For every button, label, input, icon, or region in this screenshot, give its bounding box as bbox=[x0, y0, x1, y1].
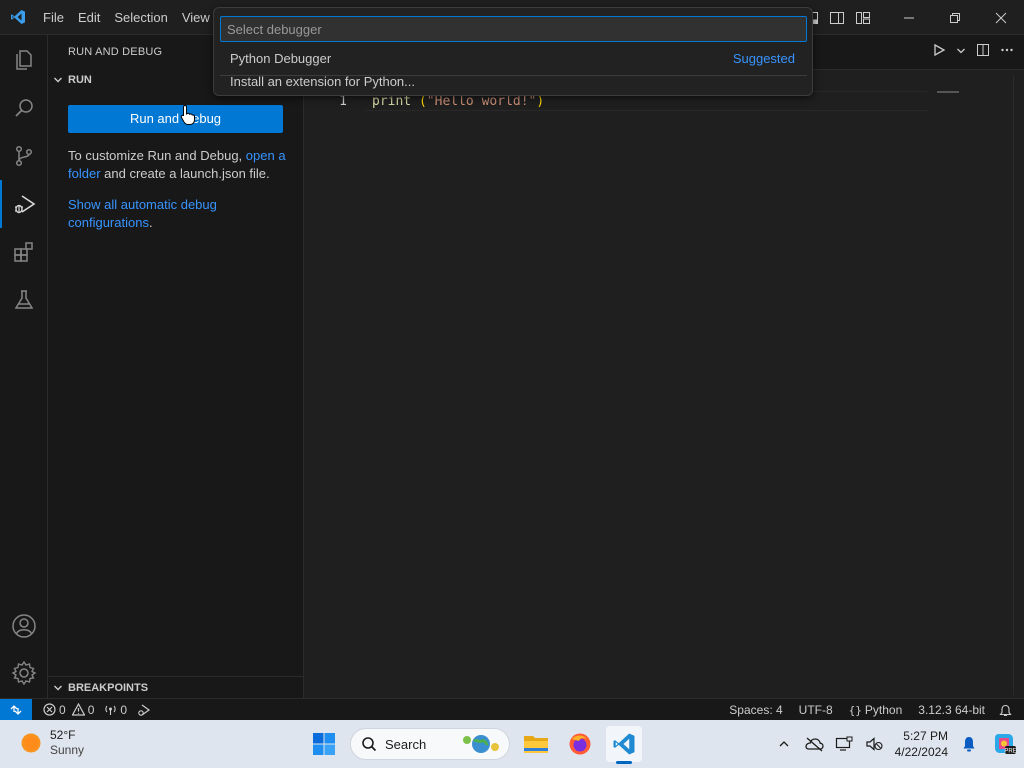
run-and-debug-icon[interactable] bbox=[0, 180, 48, 228]
quick-pick-item-label: Install an extension for Python... bbox=[230, 73, 415, 89]
accounts-icon[interactable] bbox=[0, 602, 48, 650]
code-token-close-paren: ) bbox=[536, 94, 545, 109]
weather-temperature: 52°F bbox=[50, 728, 76, 742]
menu-selection[interactable]: Selection bbox=[107, 0, 174, 35]
windows-logo-icon bbox=[313, 733, 335, 755]
debug-launch-indicator[interactable] bbox=[132, 699, 156, 721]
windows-taskbar: 52°F Sunny Search 5:27 PM 4/22/2024 PRE bbox=[0, 720, 1024, 768]
vscode-logo-icon bbox=[0, 0, 36, 35]
file-explorer-taskbar-icon[interactable] bbox=[518, 726, 554, 762]
braces-icon: {} bbox=[848, 703, 862, 717]
show-all-configs-link[interactable]: Show all automatic debug configurations bbox=[68, 197, 217, 230]
run-python-file-icon[interactable] bbox=[932, 43, 946, 60]
indentation-indicator[interactable]: Spaces: 4 bbox=[721, 699, 790, 721]
debug-alt-icon bbox=[138, 704, 151, 716]
explorer-icon[interactable] bbox=[0, 36, 48, 84]
select-debugger-quick-pick: Python Debugger Suggested Install an ext… bbox=[213, 7, 813, 96]
firefox-taskbar-icon[interactable] bbox=[562, 726, 598, 762]
show-all-suffix: . bbox=[148, 215, 153, 230]
breakpoints-section-label: BREAKPOINTS bbox=[68, 681, 149, 694]
run-dropdown-chevron-icon[interactable] bbox=[956, 44, 966, 59]
broadcast-icon bbox=[105, 705, 117, 715]
quick-pick-item-label: Python Debugger bbox=[230, 50, 332, 66]
clock-time: 5:27 PM bbox=[903, 729, 948, 743]
weather-widget[interactable]: 52°F Sunny bbox=[20, 728, 84, 758]
help-suffix: and create a launch.json file. bbox=[100, 166, 270, 181]
menu-edit[interactable]: Edit bbox=[71, 0, 107, 35]
testing-flask-icon[interactable] bbox=[0, 276, 48, 324]
chevron-down-icon bbox=[48, 683, 68, 693]
python-interpreter-indicator[interactable]: 3.12.3 64-bit bbox=[910, 699, 993, 721]
extensions-icon[interactable] bbox=[0, 228, 48, 276]
copilot-pre-badge: PRE bbox=[1004, 749, 1016, 755]
minimap[interactable] bbox=[937, 91, 959, 93]
editor-area: 1 print ("Hello world!") bbox=[305, 35, 1024, 698]
show-all-configs-text: Show all automatic debug configurations. bbox=[68, 196, 288, 232]
minimize-button[interactable] bbox=[886, 0, 932, 35]
search-icon bbox=[362, 737, 377, 752]
notifications-bell-icon[interactable] bbox=[993, 699, 1024, 721]
search-icon[interactable] bbox=[0, 84, 48, 132]
customize-help-text: To customize Run and Debug, open a folde… bbox=[68, 147, 288, 183]
speaker-muted-icon[interactable] bbox=[859, 720, 889, 768]
vscode-taskbar-icon[interactable] bbox=[606, 726, 642, 764]
restore-button[interactable] bbox=[932, 0, 978, 35]
split-editor-icon[interactable] bbox=[976, 43, 990, 60]
onedrive-offline-icon[interactable] bbox=[799, 720, 829, 768]
ports-count: 0 bbox=[120, 702, 128, 717]
run-debug-sidebar: RUN AND DEBUG RUN Run and Debug To custo… bbox=[48, 35, 304, 698]
encoding-indicator[interactable]: UTF-8 bbox=[791, 699, 841, 721]
line-number: 1 bbox=[339, 94, 347, 109]
copilot-icon[interactable]: PRE bbox=[984, 720, 1024, 768]
hand-cursor-icon bbox=[180, 104, 196, 129]
chevron-down-icon bbox=[48, 75, 68, 85]
problems-indicator[interactable]: 0 0 bbox=[38, 699, 99, 721]
search-label: Search bbox=[385, 736, 427, 752]
toggle-secondary-sidebar-icon[interactable] bbox=[828, 9, 846, 27]
code-token-function: print bbox=[372, 94, 412, 109]
sidebar-title: RUN AND DEBUG bbox=[68, 46, 163, 58]
more-actions-icon[interactable] bbox=[1000, 43, 1014, 60]
start-button[interactable] bbox=[306, 726, 342, 762]
menu-file[interactable]: File bbox=[36, 0, 71, 35]
settings-gear-icon[interactable] bbox=[0, 649, 48, 697]
code-token-open-paren: ( bbox=[418, 94, 427, 109]
run-and-debug-button[interactable]: Run and Debug bbox=[68, 105, 283, 133]
warning-icon bbox=[71, 703, 85, 716]
sun-icon bbox=[21, 733, 41, 753]
suggested-badge: Suggested bbox=[732, 50, 795, 66]
show-hidden-icons-chevron-icon[interactable] bbox=[769, 720, 799, 768]
ports-indicator[interactable]: 0 bbox=[99, 699, 132, 721]
close-button[interactable] bbox=[978, 0, 1024, 35]
select-debugger-input[interactable] bbox=[220, 16, 807, 42]
language-mode-label: Python bbox=[864, 703, 903, 717]
editor-scrollbar[interactable] bbox=[1013, 75, 1014, 695]
status-bar: 0 0 0 Spaces: 4 UTF-8 {} Python 3.12.3 6… bbox=[0, 698, 1024, 721]
display-network-icon[interactable] bbox=[829, 720, 859, 768]
warning-count: 0 bbox=[87, 702, 95, 717]
weather-condition: Sunny bbox=[50, 743, 85, 757]
taskbar-search-box[interactable]: Search bbox=[350, 728, 510, 760]
clock-date: 4/22/2024 bbox=[894, 745, 948, 759]
source-control-icon[interactable] bbox=[0, 132, 48, 180]
help-prefix: To customize Run and Debug, bbox=[68, 148, 246, 163]
system-clock[interactable]: 5:27 PM 4/22/2024 bbox=[889, 728, 954, 760]
menu-bar: File Edit Selection View bbox=[36, 0, 217, 35]
error-count: 0 bbox=[59, 702, 66, 717]
remote-indicator-icon[interactable] bbox=[0, 698, 32, 721]
quick-pick-item-install-extension[interactable]: Install an extension for Python... bbox=[220, 70, 807, 92]
menu-view[interactable]: View bbox=[175, 0, 217, 35]
code-token-string: "Hello world!" bbox=[426, 94, 537, 109]
error-icon bbox=[43, 703, 56, 716]
code-line[interactable]: print ("Hello world!") bbox=[372, 94, 544, 109]
notification-bell-icon[interactable] bbox=[954, 720, 984, 768]
customize-layout-icon[interactable] bbox=[854, 9, 872, 27]
quick-pick-item-python-debugger[interactable]: Python Debugger Suggested bbox=[220, 47, 807, 69]
language-mode-indicator[interactable]: {} Python bbox=[841, 699, 911, 721]
run-section-label: RUN bbox=[68, 74, 92, 86]
breakpoints-section-header[interactable]: BREAKPOINTS bbox=[48, 676, 303, 698]
search-highlight-globe-icon bbox=[463, 735, 499, 753]
activity-bar bbox=[0, 35, 48, 698]
